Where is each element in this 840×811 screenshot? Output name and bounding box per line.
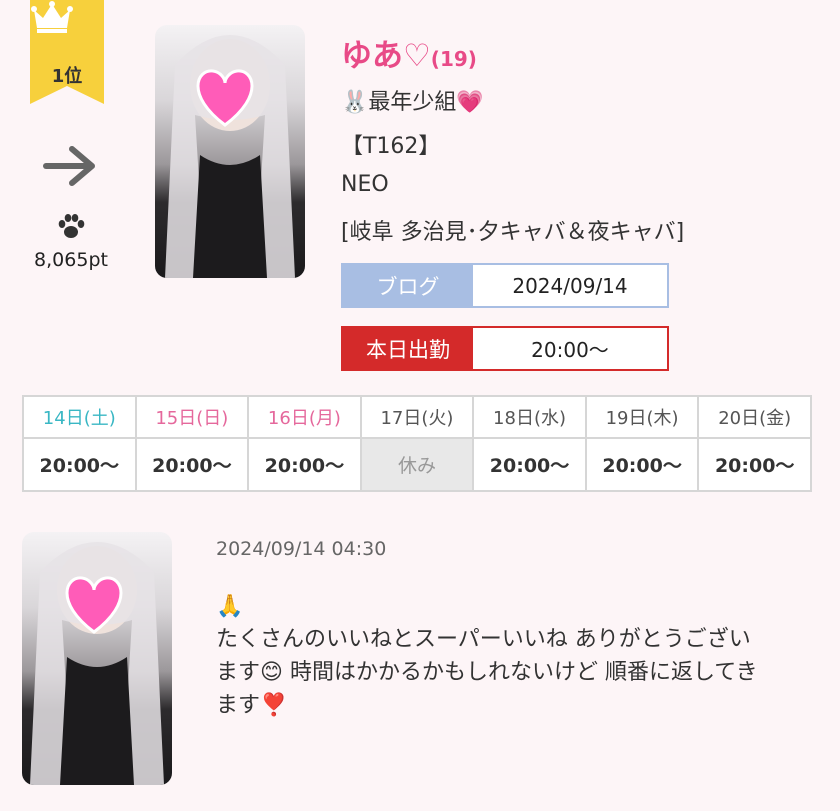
arrow-right-icon — [43, 146, 95, 186]
blog-post-photo[interactable] — [22, 532, 172, 785]
schedule-time: 20:00〜 — [472, 437, 587, 492]
blog-date: 2024/09/14 — [512, 273, 628, 298]
today-shift-box: 本日出勤 20:00〜 — [341, 326, 669, 371]
rank-ribbon: 1位 — [30, 0, 104, 104]
crown-icon — [31, 1, 73, 33]
today-shift-time: 20:00〜 — [531, 338, 609, 362]
blog-text-fragment: ます — [216, 693, 261, 718]
blog-text-fragment: 時間はかかるかもしれないけど 順番に返してき — [282, 660, 758, 685]
schedule-day: 15日(日) — [134, 395, 250, 439]
schedule-day: 17日(火) — [359, 395, 475, 439]
blog-post-datetime: 2024/09/14 04:30 — [216, 538, 387, 560]
girl-age: (19) — [430, 47, 477, 71]
schedule-day: 19日(木) — [584, 395, 700, 439]
schedule-days-row: 14日(土) 15日(日) 16日(月) 17日(火) 18日(水) 19日(木… — [22, 395, 812, 439]
blog-label: ブログ — [343, 265, 473, 306]
exclamation-heart-icon: ❣️ — [260, 693, 288, 718]
schedule-time: 20:00〜 — [22, 437, 137, 492]
schedule-time-off: 休み — [359, 437, 475, 492]
blog-text-fragment: ます — [216, 660, 261, 685]
schedule-time: 20:00〜 — [247, 437, 362, 492]
blog-post-body[interactable]: 🙏 たくさんのいいねとスーパーいいね ありがとうござい ます😊 時間はかかるかも… — [216, 590, 816, 722]
shop-name[interactable]: NEO — [341, 172, 389, 197]
points-value: 8,065pt — [34, 249, 108, 271]
schedule-time: 20:00〜 — [134, 437, 250, 492]
rank-label: 1位 — [51, 66, 83, 87]
schedule-day: 16日(月) — [247, 395, 362, 439]
paw-icon — [58, 214, 85, 238]
girl-name[interactable]: ゆあ♡ — [341, 38, 431, 74]
height-label: 【T162】 — [341, 134, 441, 159]
blog-emoji-top: 🙏 — [216, 594, 244, 619]
schedule-day: 20日(金) — [697, 395, 812, 439]
name-line: ゆあ♡(19) — [341, 30, 477, 75]
blog-info-box[interactable]: ブログ 2024/09/14 — [341, 263, 669, 308]
blog-text-line: たくさんのいいねとスーパーいいね ありがとうござい — [216, 627, 751, 652]
group-label: 🐰最年少組💗 — [341, 90, 484, 115]
smile-emoji-icon: 😊 — [260, 660, 283, 685]
schedule-time: 20:00〜 — [697, 437, 812, 492]
schedule-day: 18日(水) — [472, 395, 587, 439]
today-shift-label: 本日出勤 — [343, 328, 473, 369]
profile-photo[interactable] — [155, 25, 305, 278]
area-label: [岐阜 多治見･夕キャバ＆夜キャバ] — [341, 220, 685, 245]
schedule-times-row: 20:00〜 20:00〜 20:00〜 休み 20:00〜 20:00〜 20… — [22, 437, 812, 492]
schedule-day: 14日(土) — [22, 395, 137, 439]
schedule-time: 20:00〜 — [584, 437, 700, 492]
schedule-table: 14日(土) 15日(日) 16日(月) 17日(火) 18日(水) 19日(木… — [22, 395, 812, 492]
